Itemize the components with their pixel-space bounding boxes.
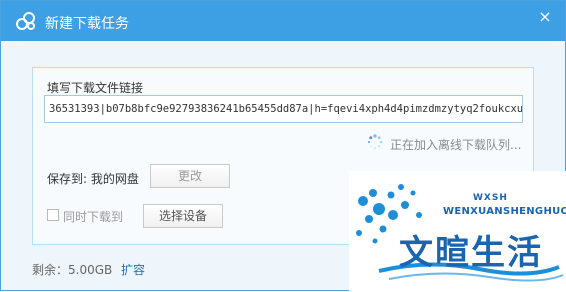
change-location-button[interactable]: 更改	[150, 164, 230, 188]
new-download-task-dialog: 新建下载任务 × 填写下载文件链接 36531393|b07b8bfc9e927…	[0, 0, 566, 292]
baidu-cloud-logo-icon	[15, 10, 37, 32]
close-icon[interactable]: ×	[537, 9, 553, 25]
remaining-space-text: 剩余：5.00GB	[32, 263, 113, 277]
simultaneous-download-label: 同时下载到	[63, 210, 124, 224]
save-to-label: 保存到: 我的网盘	[47, 172, 139, 186]
expand-storage-link[interactable]: 扩容	[121, 261, 145, 278]
watermark-logo: WXSH WENXUANSHENGHUO 文暄生活	[349, 171, 566, 292]
select-device-button[interactable]: 选择设备	[143, 204, 223, 228]
title-bar[interactable]: 新建下载任务 ×	[1, 1, 565, 41]
watermark-chinese-text: 文暄生活	[399, 233, 543, 273]
loading-spinner-icon	[367, 134, 383, 150]
watermark-latin-text: WENXUANSHENGHUO	[443, 206, 566, 217]
simultaneous-download-checkbox[interactable]	[47, 209, 59, 221]
queue-status-text: 正在加入离线下载队列...	[390, 138, 522, 152]
dialog-title: 新建下载任务	[45, 16, 129, 32]
download-link-input[interactable]: 36531393|b07b8bfc9e92793836241b65455dd87…	[44, 95, 523, 123]
link-label: 填写下载文件链接	[47, 81, 144, 95]
watermark-initials: WXSH	[473, 193, 508, 203]
